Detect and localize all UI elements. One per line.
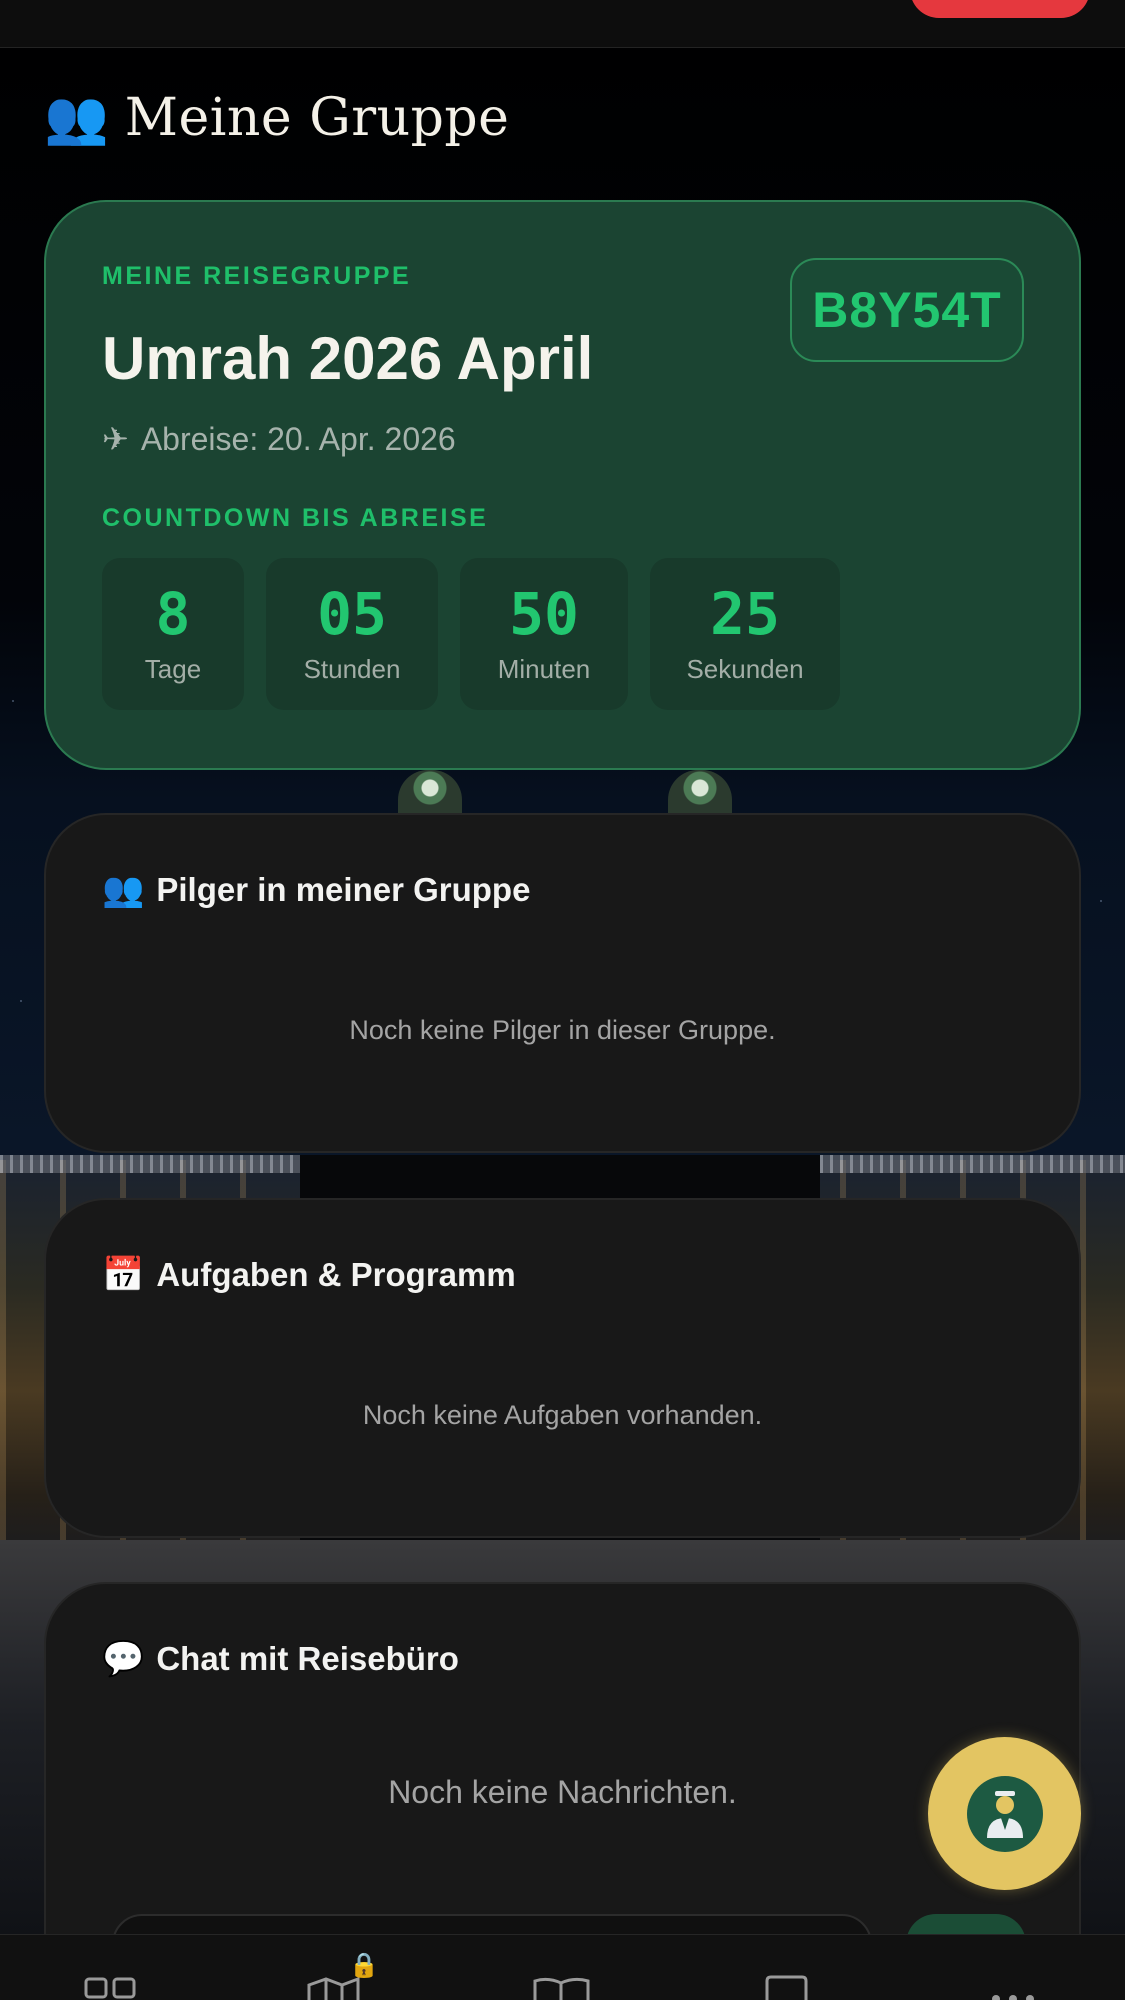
countdown-days: 8 Tage	[102, 558, 244, 710]
nav-guide-book[interactable]	[507, 1935, 617, 2000]
countdown-label: Minuten	[497, 654, 591, 685]
countdown-label: Tage	[144, 654, 202, 685]
guide-assistant-button[interactable]	[928, 1737, 1081, 1890]
tasks-empty-text: Noch keine Aufgaben vorhanden.	[362, 1400, 763, 1430]
group-code-badge[interactable]: B8Y54T	[790, 258, 1024, 362]
pilgrims-card: 👥 Pilger in meiner Gruppe Noch keine Pil…	[44, 813, 1081, 1153]
countdown-title: COUNTDOWN BIS ABREISE	[102, 504, 489, 532]
nav-chat[interactable]	[732, 1935, 842, 2000]
countdown-seconds: 25 Sekunden	[650, 558, 840, 710]
tasks-title: Aufgaben & Programm	[156, 1256, 516, 1293]
chat-empty-text: Noch keine Nachrichten.	[388, 1774, 737, 1810]
people-icon: 👥	[102, 870, 145, 910]
group-eyebrow: MEINE REISEGRUPPE	[102, 262, 412, 290]
countdown-value: 25	[710, 579, 780, 648]
countdown-label: Sekunden	[686, 654, 804, 685]
top-action-button[interactable]	[910, 0, 1090, 18]
guide-person-icon	[966, 1775, 1043, 1852]
tasks-header: 📅 Aufgaben & Programm	[102, 1256, 516, 1294]
countdown-hours: 05 Stunden	[266, 558, 438, 710]
page-title: 👥 Meine Gruppe	[44, 88, 509, 148]
grid-icon	[84, 1977, 136, 1999]
countdown-minutes: 50 Minuten	[460, 558, 628, 710]
airplane-icon: ✈	[102, 421, 129, 457]
pilgrims-empty-text: Noch keine Pilger in dieser Gruppe.	[349, 1015, 776, 1045]
nav-home[interactable]	[56, 1935, 166, 2000]
departure-date: ✈ Abreise: 20. Apr. 2026	[102, 420, 456, 458]
group-icon: 👥	[44, 88, 109, 148]
tasks-card: 📅 Aufgaben & Programm Noch keine Aufgabe…	[44, 1198, 1081, 1538]
chat-header: 💬 Chat mit Reisebüro	[102, 1640, 459, 1678]
top-bar	[0, 0, 1125, 48]
countdown: 8 Tage 05 Stunden 50 Minuten 25 Sekunden	[102, 558, 840, 710]
square-icon	[765, 1975, 808, 2000]
departure-text: Abreise: 20. Apr. 2026	[140, 420, 456, 457]
countdown-value: 05	[317, 579, 387, 648]
calendar-icon: 📅	[102, 1255, 145, 1295]
book-icon	[533, 1977, 590, 2000]
nav-map[interactable]: 🔒	[283, 1935, 393, 2000]
countdown-label: Stunden	[303, 654, 401, 685]
more-icon	[992, 1995, 1034, 2000]
countdown-value: 8	[155, 579, 191, 648]
speech-bubble-icon: 💬	[102, 1639, 145, 1679]
pilgrims-title: Pilger in meiner Gruppe	[156, 871, 531, 908]
nav-more[interactable]	[958, 1935, 1068, 2000]
bottom-navigation: 🔒	[0, 1934, 1125, 2000]
pilgrims-header: 👥 Pilger in meiner Gruppe	[102, 871, 530, 909]
lock-icon: 🔒	[349, 1951, 379, 1979]
page-title-text: Meine Gruppe	[124, 88, 510, 148]
chat-title: Chat mit Reisebüro	[156, 1640, 459, 1677]
countdown-value: 50	[509, 579, 579, 648]
group-card: MEINE REISEGRUPPE Umrah 2026 April ✈ Abr…	[44, 200, 1081, 770]
group-name: Umrah 2026 April	[102, 325, 594, 392]
